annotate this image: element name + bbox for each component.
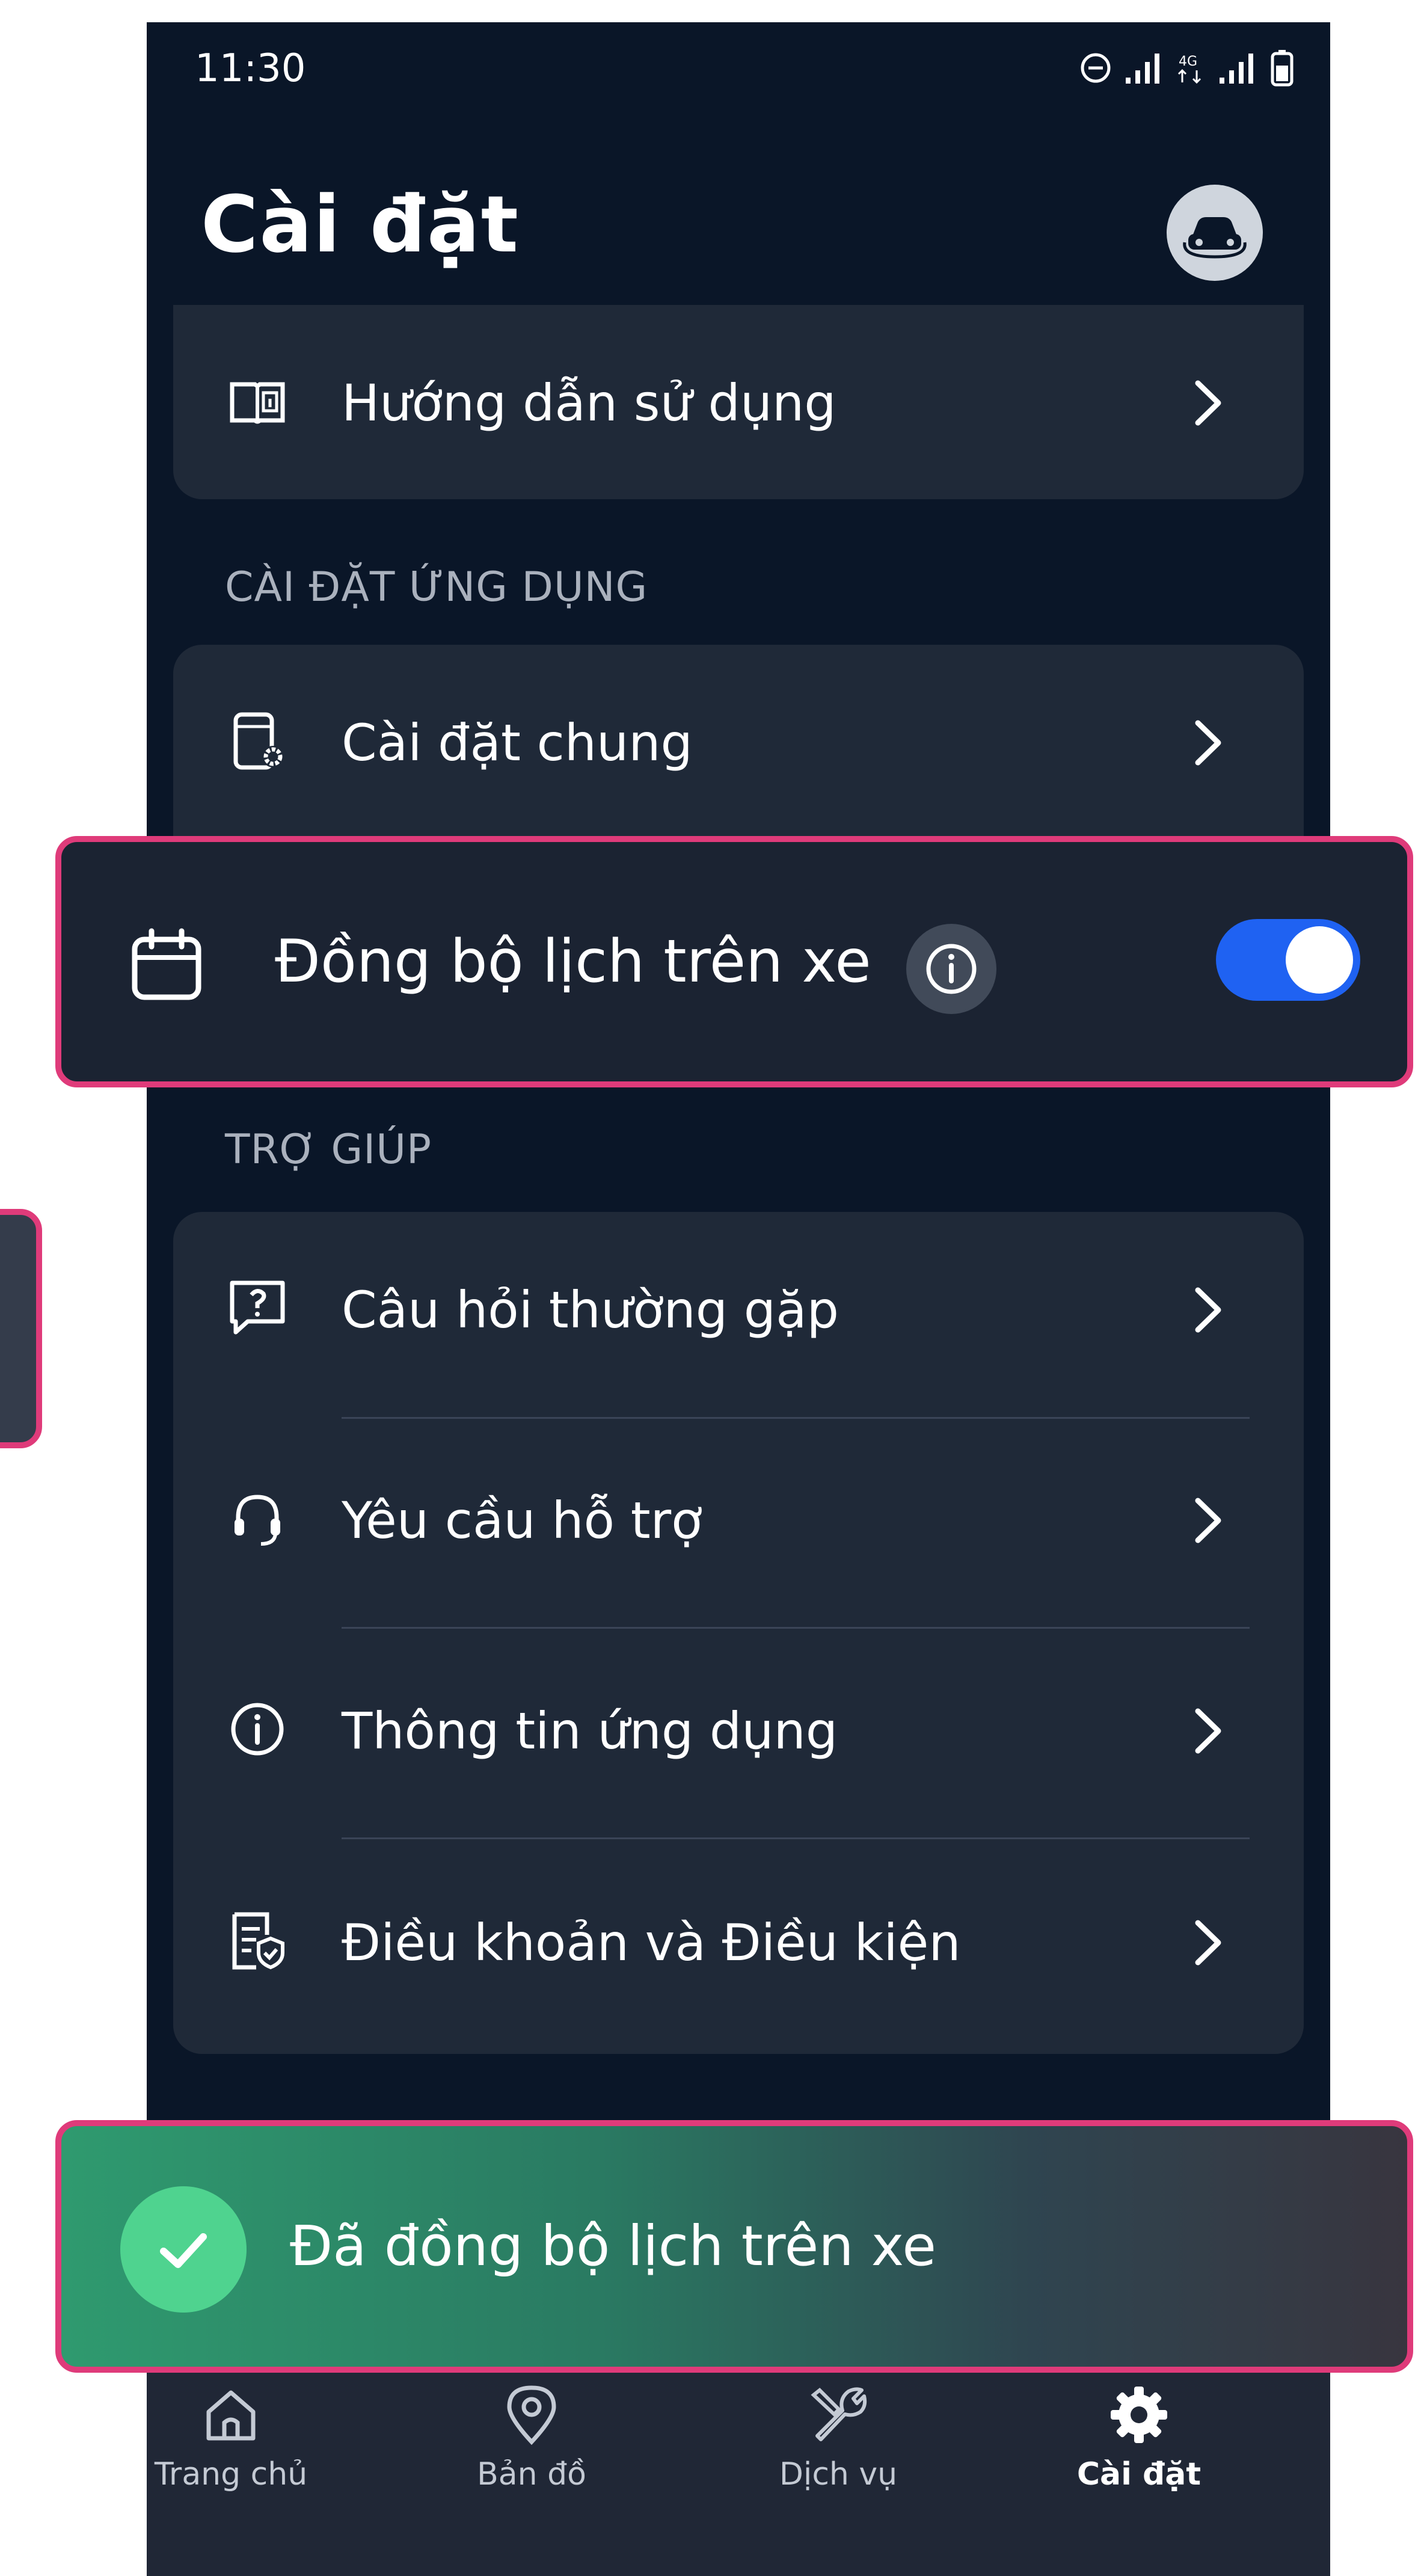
nav-item-services[interactable]: Dịch vụ	[748, 2382, 928, 2550]
chevron-right-icon	[1195, 1287, 1221, 1333]
bottom-nav: Trang chủ Bản đồ Dịch vụ Cài đặt	[147, 2358, 1330, 2576]
chevron-right-icon	[1195, 380, 1221, 426]
toggle-knob	[1286, 926, 1353, 994]
offscreen-highlight	[0, 1209, 42, 1448]
calendar-sync-toggle[interactable]	[1216, 919, 1360, 1001]
page-title: Cài đặt	[201, 179, 520, 270]
map-pin-icon	[507, 2385, 556, 2445]
terms-row[interactable]: Điều khoản và Điều kiện	[173, 1845, 1304, 2037]
chevron-right-icon	[1195, 1920, 1221, 1966]
chevron-right-icon	[1195, 1708, 1221, 1754]
gear-icon	[1111, 2387, 1167, 2443]
book-icon	[230, 382, 285, 424]
row-divider	[342, 1417, 1250, 1419]
svg-text:4G: 4G	[1179, 54, 1197, 69]
battery-icon	[1271, 50, 1294, 87]
toast-check-badge	[120, 2186, 247, 2313]
nav-label-settings: Cài đặt	[1076, 2456, 1202, 2492]
guide-row[interactable]: Hướng dẫn sử dụng	[173, 305, 1304, 497]
4g-icon: 4G	[1177, 54, 1202, 84]
nav-item-map[interactable]: Bản đồ	[441, 2382, 622, 2550]
calendar-sync-info-button[interactable]	[906, 924, 996, 1014]
nav-label-home: Trang chủ	[154, 2456, 308, 2492]
car-switch-button[interactable]	[1167, 185, 1263, 281]
faq-row[interactable]: Câu hỏi thường gặp	[173, 1212, 1304, 1404]
car-icon	[1183, 217, 1247, 259]
terms-label: Điều khoản và Điều kiện	[342, 1913, 961, 1972]
wrench-screwdriver-icon	[811, 2387, 867, 2441]
toast-message: Đã đồng bộ lịch trên xe	[290, 2214, 936, 2278]
chevron-right-icon	[1195, 1498, 1221, 1543]
calendar-icon	[132, 928, 201, 1000]
app-info-label: Thông tin ứng dụng	[342, 1701, 838, 1760]
calendar-sync-row: Đồng bộ lịch trên xe	[55, 836, 1413, 1087]
status-time: 11:30	[195, 46, 306, 91]
question-bubble-icon	[230, 1280, 285, 1335]
nav-item-settings[interactable]: Cài đặt	[1049, 2382, 1229, 2550]
general-settings-label: Cài đặt chung	[342, 713, 693, 772]
app-info-row[interactable]: Thông tin ứng dụng	[173, 1633, 1304, 1825]
signal-icon-2	[1220, 54, 1253, 84]
help-section-label: TRỢ GIÚP	[225, 1126, 432, 1173]
info-icon	[231, 1703, 284, 1756]
info-icon	[926, 944, 977, 994]
header: Cài đặt	[147, 143, 1330, 311]
do-not-disturb-icon	[1081, 53, 1111, 83]
faq-label: Câu hỏi thường gặp	[342, 1280, 839, 1339]
status-icons: 4G	[1079, 49, 1294, 87]
sync-success-toast: Đã đồng bộ lịch trên xe	[55, 2120, 1413, 2373]
support-request-row[interactable]: Yêu cầu hỗ trợ	[173, 1422, 1304, 1615]
home-icon	[206, 2390, 256, 2441]
headset-icon	[235, 1495, 280, 1546]
general-settings-row[interactable]: Cài đặt chung	[173, 645, 1304, 837]
app-settings-section-label: CÀI ĐẶT ỨNG DỤNG	[225, 564, 648, 611]
nav-label-services: Dịch vụ	[779, 2456, 898, 2492]
row-divider	[342, 1837, 1250, 1839]
phone-settings-icon	[233, 712, 284, 770]
help-card: Câu hỏi thường gặp Yêu cầu hỗ trợ Thông …	[173, 1212, 1304, 2054]
calendar-sync-label: Đồng bộ lịch trên xe	[275, 927, 871, 996]
status-bar: 11:30 4G	[147, 22, 1330, 118]
guide-label: Hướng dẫn sử dụng	[342, 373, 836, 432]
row-divider	[342, 1627, 1250, 1629]
document-shield-icon	[232, 1912, 284, 1970]
support-request-label: Yêu cầu hỗ trợ	[342, 1491, 702, 1550]
nav-item-home[interactable]: Trang chủ	[147, 2382, 321, 2550]
chevron-right-icon	[1195, 720, 1221, 766]
nav-label-map: Bản đồ	[477, 2456, 586, 2492]
signal-icon	[1126, 54, 1159, 84]
guide-card: Hướng dẫn sử dụng	[173, 305, 1304, 499]
check-icon	[160, 2233, 207, 2268]
